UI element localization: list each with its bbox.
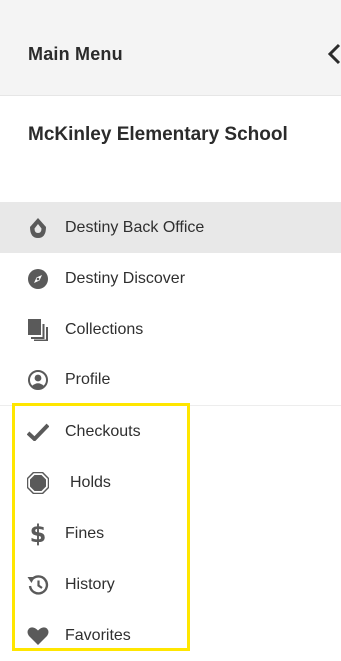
nav-item-favorites[interactable]: Favorites [0, 610, 341, 661]
nav-item-history[interactable]: History [0, 559, 341, 610]
nav-item-label: Destiny Discover [65, 269, 186, 287]
back-office-icon [27, 217, 49, 239]
nav-item-checkouts[interactable]: Checkouts [0, 406, 341, 457]
main-menu-nav: Destiny Back Office Destiny Discover Col… [0, 202, 341, 661]
nav-item-collections[interactable]: Collections [0, 304, 341, 355]
profile-icon [27, 369, 49, 391]
menu-title: Main Menu [28, 44, 123, 64]
nav-item-label: Profile [65, 371, 111, 388]
nav-item-destiny-discover[interactable]: Destiny Discover [0, 253, 341, 304]
checkmark-icon [27, 421, 49, 443]
dollar-icon: $ [29, 519, 47, 548]
menu-header: Main Menu [0, 0, 341, 96]
nav-item-destiny-back-office[interactable]: Destiny Back Office [0, 202, 341, 253]
compass-icon [27, 268, 49, 290]
nav-item-label: Destiny Back Office [65, 218, 205, 236]
school-name: McKinley Elementary School [28, 124, 288, 145]
chevron-left-icon[interactable] [326, 42, 341, 66]
history-icon [27, 574, 49, 596]
holds-icon [27, 471, 49, 494]
nav-item-label: Checkouts [65, 422, 141, 440]
nav-item-profile[interactable]: Profile [0, 355, 341, 406]
collections-icon [27, 318, 49, 341]
nav-item-holds[interactable]: Holds [0, 457, 341, 508]
nav-item-label: History [65, 575, 115, 593]
nav-item-fines[interactable]: $ Fines [0, 508, 341, 559]
nav-item-label: Favorites [65, 626, 131, 644]
nav-item-label: Fines [65, 524, 105, 542]
nav-item-label: Holds [70, 473, 111, 491]
heart-icon [27, 625, 49, 647]
nav-item-label: Collections [65, 320, 144, 338]
